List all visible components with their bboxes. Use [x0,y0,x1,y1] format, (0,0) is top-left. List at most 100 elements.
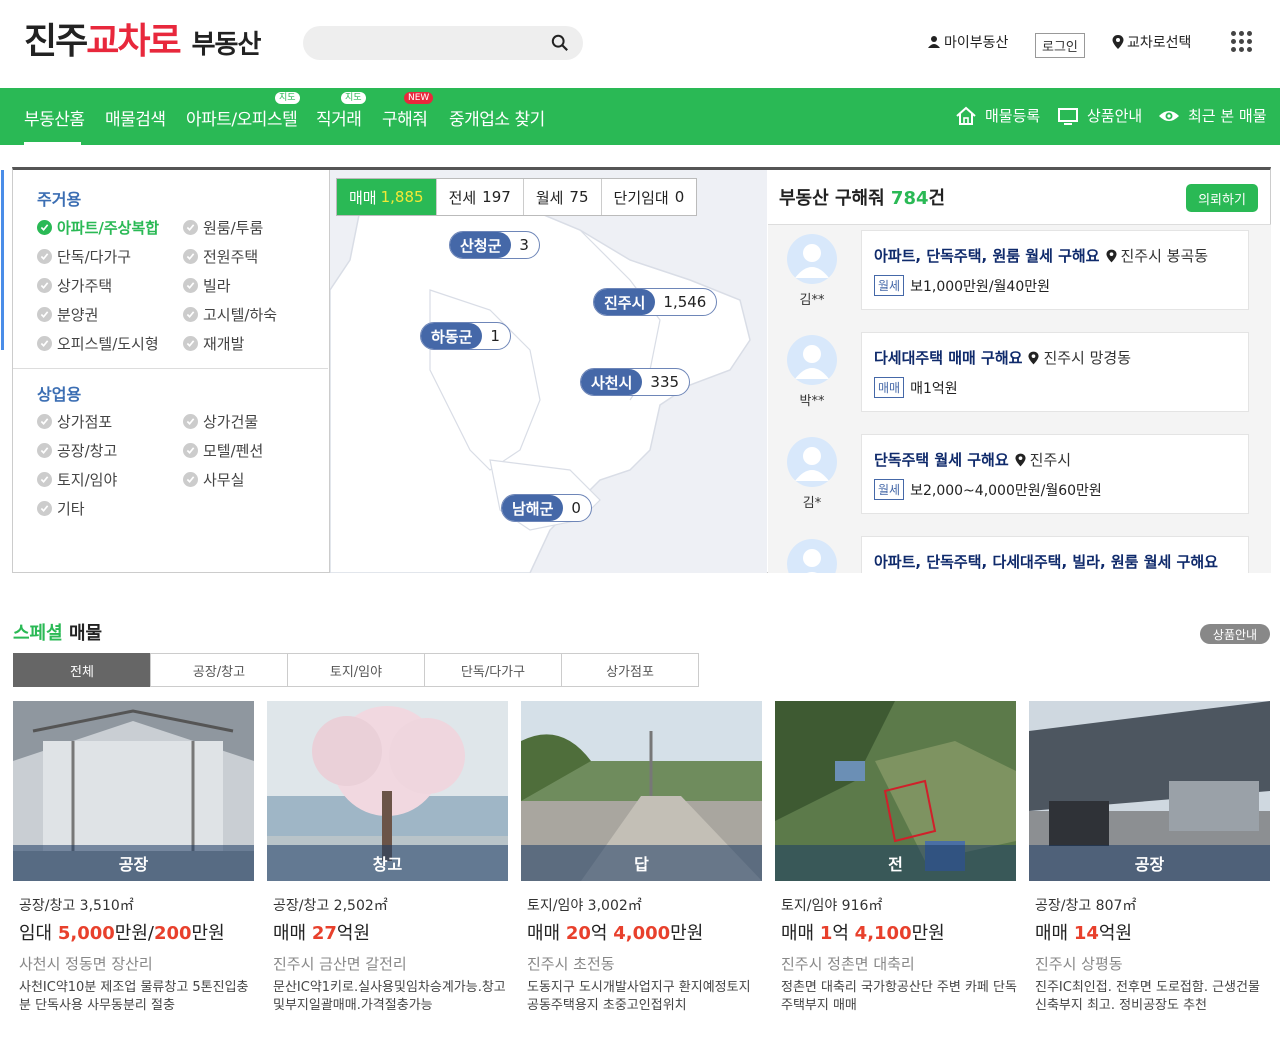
nav-wanted[interactable]: 구해줘 [382,105,428,130]
product-info-button[interactable]: 상품안내 [1200,624,1270,644]
category-label: 상가점포 [57,413,113,431]
request-location: 진주시 망경동 [1043,349,1132,367]
category-oneroom[interactable]: 원룸/투룸 [183,217,263,238]
request-card[interactable]: 단독주택 월세 구해요 진주시 월세 보2,000~4,000만원/월60만원 [861,434,1249,514]
category-apartment[interactable]: 아파트/주상복합 [37,217,159,238]
region-pin-namhae[interactable]: 남해군 0 [501,494,592,522]
login-button[interactable]: 로그인 [1035,33,1085,58]
product-image[interactable]: 공장 [1029,701,1270,881]
special-tab-factory[interactable]: 공장/창고 [150,653,288,687]
price-number: 5,000 [57,923,115,944]
user-icon [928,36,940,48]
category-label: 재개발 [203,335,245,353]
request-card[interactable]: 다세대주택 매매 구해요 진주시 망경동 매매 매1억원 [861,332,1249,412]
nav-property-search[interactable]: 매물검색 [105,105,166,130]
special-tab-detached[interactable]: 단독/다가구 [424,653,562,687]
apps-grid-icon[interactable] [1231,31,1252,52]
product-card[interactable]: 공장 공장/창고 807㎡ 매매 14억원 진주시 상평동 진주IC최인접. 전… [1029,701,1270,1013]
wanted-requests: 부동산 구해줘 784건 의뢰하기 김** 아파트, 단독주택, 원룸 월세 구… [768,170,1271,573]
price-unit: 억 [832,923,855,944]
request-kind: 월세 [874,275,905,296]
check-icon [183,278,198,293]
category-detached[interactable]: 단독/다가구 [37,246,131,267]
product-card[interactable]: 전 토지/임야 916㎡ 매매 1억 4,100만원 진주시 정촌면 대축리 정… [775,701,1017,1013]
region-pin-jinju[interactable]: 진주시 1,546 [593,288,718,316]
avatar [787,539,837,573]
category-etc[interactable]: 기타 [37,498,85,519]
region-pin-hadong[interactable]: 하동군 1 [420,322,511,350]
check-icon [37,307,52,322]
category-shop-house[interactable]: 상가주택 [37,275,112,296]
category-building[interactable]: 상가건물 [183,411,258,432]
category-factory[interactable]: 공장/창고 [37,440,117,461]
product-image[interactable]: 창고 [267,701,508,881]
search-input[interactable] [319,26,539,60]
category-villa[interactable]: 빌라 [183,275,231,296]
product-image[interactable]: 공장 [13,701,254,881]
product-card[interactable]: 공장 공장/창고 3,510㎡ 임대 5,000만원/200만원 사천시 정동면… [13,701,254,1013]
category-office[interactable]: 사무실 [183,469,244,490]
check-icon [183,414,198,429]
main-nav: 부동산홈 매물검색 아파트/오피스텔 지도 직거래 지도 구해줘 NEW 중개업… [0,88,1280,145]
product-type: 공장/창고 2,502㎡ [273,898,388,914]
category-presale[interactable]: 분양권 [37,304,98,325]
product-card[interactable]: 답 토지/임야 3,002㎡ 매매 20억 4,000만원 진주시 초전동 도동… [521,701,762,1013]
region-pin-sancheong[interactable]: 산청군 3 [449,231,540,259]
my-realty-link[interactable]: 마이부동산 [927,32,1008,52]
category-list: 주거용 아파트/주상복합 원룸/투룸 단독/다가구 전원주택 상가주택 빌라 분… [13,170,329,573]
search-icon[interactable] [551,34,569,52]
check-icon [183,443,198,458]
tab-jeonse[interactable]: 전세 197 [437,179,524,215]
product-card[interactable]: 창고 공장/창고 2,502㎡ 매매 27억원 진주시 금산면 갈전리 문산IC… [267,701,508,1013]
category-label: 토지/임야 [57,471,118,489]
product-image[interactable]: 답 [521,701,762,881]
request-button[interactable]: 의뢰하기 [1186,184,1258,212]
product-caption: 답 [521,845,762,881]
nav-active-indicator [24,142,81,145]
category-country-house[interactable]: 전원주택 [183,246,258,267]
register-property-link[interactable]: 매물등록 [955,105,1040,126]
special-tab-land[interactable]: 토지/임야 [287,653,425,687]
nav-find-agency[interactable]: 중개업소 찾기 [449,105,545,130]
logo[interactable]: 진주 교차로 부동산 [24,20,261,64]
category-motel[interactable]: 모텔/펜션 [183,440,263,461]
nav-direct-deal[interactable]: 직거래 [316,105,362,130]
nav-home[interactable]: 부동산홈 [24,105,85,130]
nav-apartment-officetel[interactable]: 아파트/오피스텔 [186,105,298,130]
category-land[interactable]: 토지/임야 [37,469,117,490]
product-image[interactable]: 전 [775,701,1016,881]
product-info-link[interactable]: 상품안내 [1057,105,1142,126]
request-card[interactable]: 아파트, 단독주택, 원룸 월세 구해요 진주시 봉곡동 월세 보1,000만원/월… [861,230,1249,310]
tab-count: 0 [674,188,685,206]
check-icon [37,220,52,235]
category-officetel[interactable]: 오피스텔/도시형 [37,333,159,354]
category-divider [13,368,328,369]
select-crossroad-label: 교차로선택 [1127,35,1192,51]
category-label: 기타 [57,500,85,518]
category-label: 공장/창고 [57,442,118,460]
price-prefix: 매매 [273,923,312,944]
location-pin-icon [1015,453,1026,466]
price-unit: 억 [590,923,614,944]
region-map[interactable]: 매매 1,885 전세 197 월세 75 단기임대 0 산청군 3 진주시 1,546 하… [329,170,767,573]
avatar [787,335,837,385]
category-gositel[interactable]: 고시텔/하숙 [183,304,277,325]
special-tab-store[interactable]: 상가점포 [561,653,699,687]
side-accent-bar [1,170,4,350]
location-pin-icon [1028,351,1039,364]
tab-short-term[interactable]: 단기임대 0 [602,179,697,215]
region-name: 하동군 [421,323,483,349]
tab-sale[interactable]: 매매 1,885 [337,179,437,215]
recent-viewed-link[interactable]: 최근 본 매물 [1158,105,1267,126]
category-store[interactable]: 상가점포 [37,411,112,432]
special-tab-all[interactable]: 전체 [13,653,151,687]
search-bar[interactable] [303,26,583,60]
category-redevelopment[interactable]: 재개발 [183,333,244,354]
category-label: 상가주택 [57,277,113,295]
product-description: 도동지구 도시개발사업지구 환지예정토지 공동주택용지 초중고인접위치 [527,980,751,1013]
tab-monthly[interactable]: 월세 75 [524,179,602,215]
region-pin-sacheon[interactable]: 사천시 335 [580,368,691,396]
request-location: 진주시 [1029,451,1072,469]
request-card[interactable]: 아파트, 단독주택, 다세대주택, 빌라, 원룸 월세 구해요 [861,536,1249,573]
select-crossroad-link[interactable]: 교차로선택 [1112,32,1191,52]
